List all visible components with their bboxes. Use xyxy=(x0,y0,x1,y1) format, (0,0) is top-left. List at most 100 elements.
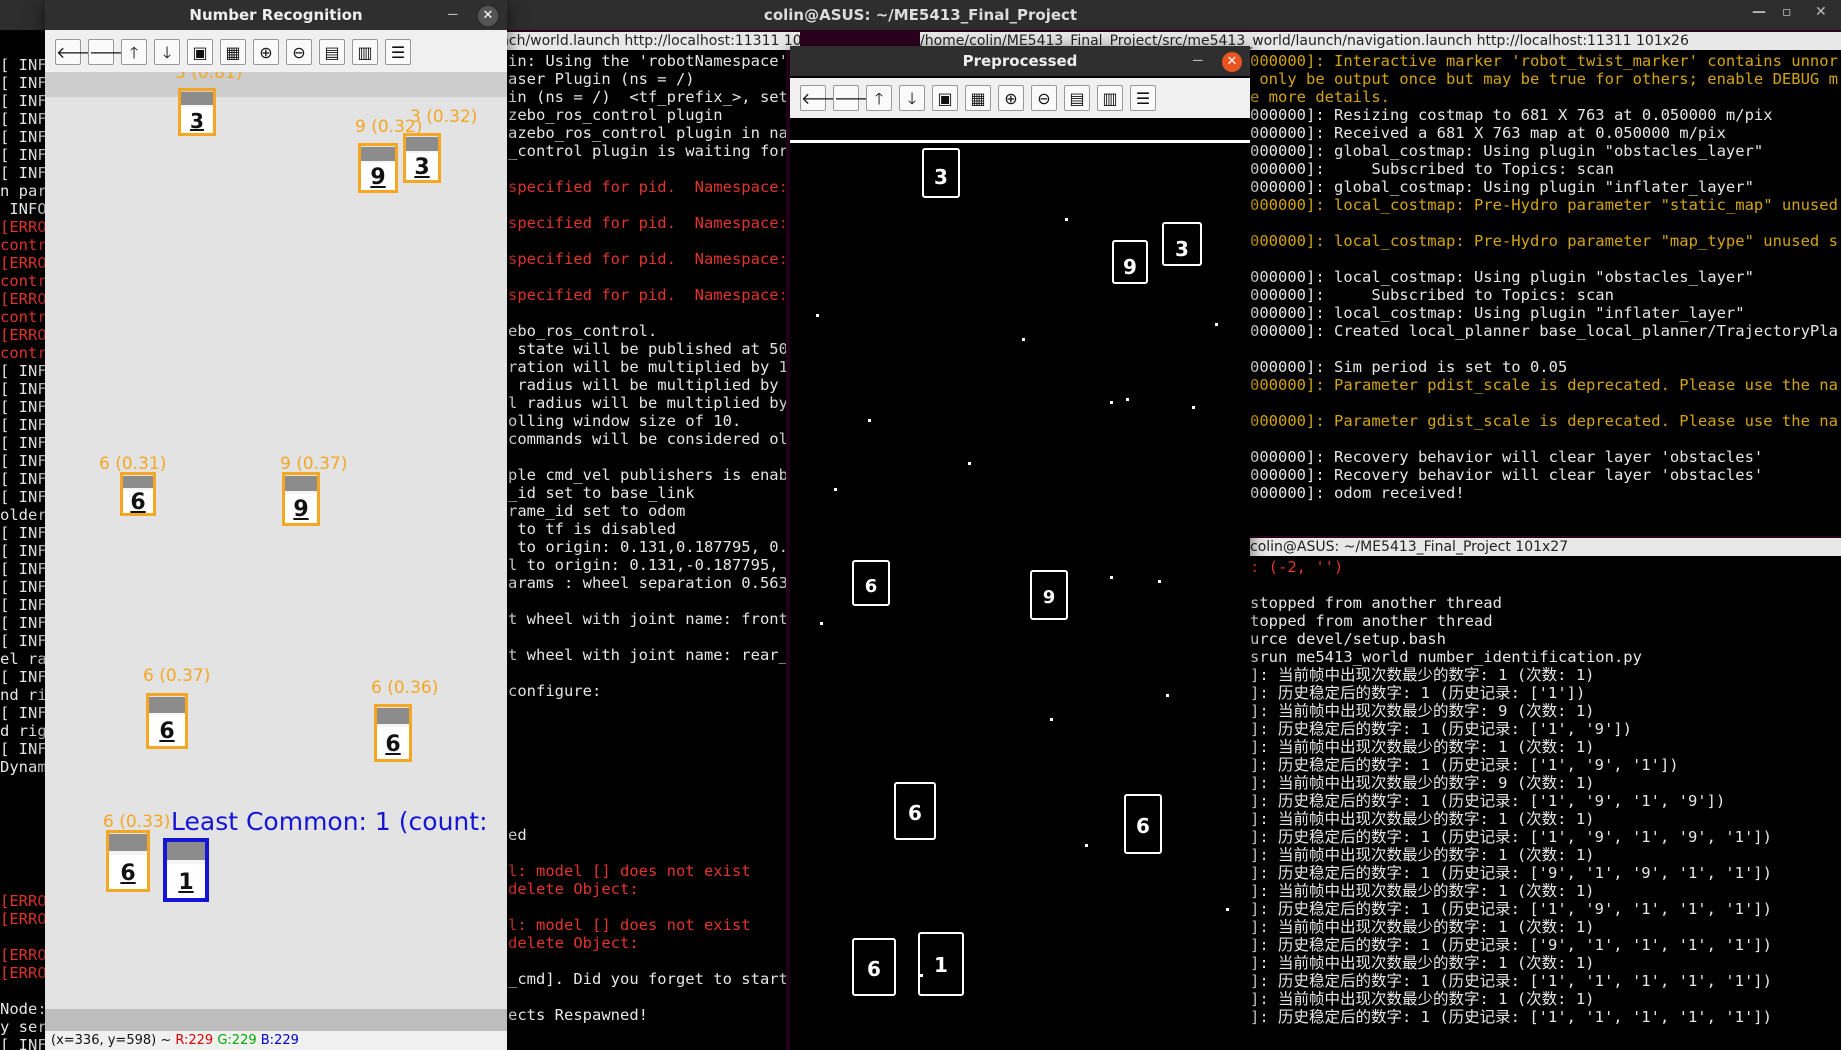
minimize-icon[interactable]: — xyxy=(448,0,458,28)
arrow-right-icon[interactable]: 🡒 xyxy=(833,85,877,111)
close-icon[interactable]: ✕ xyxy=(1815,4,1827,20)
detection-box xyxy=(106,830,150,892)
arrow-down-icon[interactable]: 🡓 xyxy=(154,39,180,65)
preprocessed-image[interactable]: 3 9 3 6 9 6 6 6 1 xyxy=(790,118,1250,1050)
image-icon[interactable]: ▣ xyxy=(932,85,958,111)
terminal-line: zebo_ros_control plugin xyxy=(508,106,723,124)
close-icon[interactable]: ✕ xyxy=(1222,52,1242,72)
terminal-pane-middle[interactable]: in: Using the 'robotNamespace' aser Plugi… xyxy=(506,50,786,1050)
zoom-in-icon[interactable]: ⊕ xyxy=(998,85,1024,111)
minimize-icon[interactable]: — xyxy=(1193,46,1203,74)
noise-dot xyxy=(1110,576,1113,579)
zoom-in-icon[interactable]: ⊕ xyxy=(253,39,279,65)
terminal-line: ration will be multiplied by 1. xyxy=(508,358,786,376)
properties-icon[interactable]: ☰ xyxy=(1130,85,1156,111)
terminal-line: [ERROR xyxy=(0,892,50,910)
scrollbar-horizontal[interactable] xyxy=(45,1009,507,1031)
terminal-line: ]: 当前帧中出现次数最少的数字: 1 (次数: 1) xyxy=(1250,666,1595,684)
noise-dot xyxy=(1215,323,1218,326)
image-toolbar: 🡐 🡒 🡑 🡓 ▣ ▦ ⊕ ⊖ ▤ ▥ ☰ xyxy=(790,78,1250,118)
terminal-line: y serv xyxy=(0,1018,50,1036)
terminal-pane-right-top[interactable]: 000000]: Interactive marker 'robot_twist… xyxy=(1250,50,1841,536)
recognition-image[interactable]: Least Common: 1 (count: 33 (0.81) 9 9 (0.3… xyxy=(45,72,507,1009)
terminal-line: delete Object: xyxy=(508,880,639,898)
minimize-icon[interactable]: — xyxy=(1752,4,1766,20)
terminal-line: contro xyxy=(0,272,50,290)
arrow-right-icon[interactable]: 🡒 xyxy=(88,39,132,65)
terminal-line: ]: 当前帧中出现次数最少的数字: 1 (次数: 1) xyxy=(1250,990,1595,1008)
zoom-out-icon[interactable]: ⊖ xyxy=(1031,85,1057,111)
pixel-red: R:229 xyxy=(175,1033,214,1048)
terminal-line: [ERROR xyxy=(0,290,50,308)
properties-icon[interactable]: ☰ xyxy=(385,39,411,65)
noise-dot xyxy=(1166,694,1169,697)
arrow-left-icon[interactable]: 🡐 xyxy=(55,39,99,65)
terminal-line: radius will be multiplied by 1 xyxy=(508,376,786,394)
terminal-line: _control plugin is waiting for xyxy=(508,142,786,160)
number-recognition-window: Number Recognition — ✕ 🡐 🡒 🡑 🡓 ▣ ▦ ⊕ ⊖ ▤ ▥ ☰ Least… xyxy=(45,0,507,1050)
arrow-left-icon[interactable]: 🡐 xyxy=(800,85,844,111)
terminal-line: l: model [] does not exist xyxy=(508,916,751,934)
terminal-line: [ INFO xyxy=(0,488,50,506)
close-icon[interactable]: ✕ xyxy=(478,6,498,26)
terminal-line: _cmd]. Did you forget to start xyxy=(508,970,786,988)
detection-label: 6 (0.31) xyxy=(99,454,167,474)
detection-label: 6 (0.33) xyxy=(103,812,171,832)
terminal-line: [ INFO xyxy=(0,452,50,470)
terminal-pane-left[interactable]: [ INFO][ INFO][ INFO][ INFO][ INFO][ INF… xyxy=(0,30,50,1050)
tab-label: nch/world.launch http://localhost:11311 … xyxy=(500,33,800,49)
arrow-down-icon[interactable]: 🡓 xyxy=(899,85,925,111)
terminal-line: 000000]: Sim period is set to 0.05 xyxy=(1250,358,1568,376)
terminal-line: 000000]: global_costmap: Using plugin "i… xyxy=(1250,178,1754,196)
binarized-digit: 6 xyxy=(908,801,922,825)
terminal-line: 000000]: Subscribed to Topics: scan xyxy=(1250,286,1614,304)
terminal-line: [ INFO xyxy=(0,668,50,686)
binarized-digit: 3 xyxy=(1175,237,1189,261)
terminal-line: ]: 当前帧中出现次数最少的数字: 1 (次数: 1) xyxy=(1250,918,1595,936)
image-alt-icon[interactable]: ▦ xyxy=(965,85,991,111)
terminal-line: ]: 历史稳定后的数字: 1 (历史记录: ['1', '9', '1', '1… xyxy=(1250,900,1772,918)
clipboard-icon[interactable]: ▥ xyxy=(352,39,378,65)
noise-dot xyxy=(1158,580,1161,583)
terminal-line: ple cmd_vel publishers is enabl xyxy=(508,466,786,484)
terminal-pane-right-bottom[interactable]: : (-2, '') stopped from another thread to… xyxy=(1250,556,1841,1050)
terminal-line: ]: 历史稳定后的数字: 1 (历史记录: ['9', '1', '9', '1… xyxy=(1250,864,1772,882)
terminal-tab-world-launch[interactable]: nch/world.launch http://localhost:11311 … xyxy=(500,32,800,50)
terminal-line: [ERROR xyxy=(0,218,50,236)
terminal-line: [ INFO xyxy=(0,542,50,560)
binarized-digit: 6 xyxy=(1136,814,1150,838)
terminal-line: [ERROR xyxy=(0,964,50,982)
terminal-line: to tf is disabled xyxy=(508,520,676,538)
image-alt-icon[interactable]: ▦ xyxy=(220,39,246,65)
terminal-line: ]: 历史稳定后的数字: 1 (历史记录: ['1', '1', '1', '1… xyxy=(1250,972,1772,990)
terminal-tab-bottom[interactable]: colin@ASUS: ~/ME5413_Final_Project 101x2… xyxy=(1250,538,1841,556)
arrow-up-icon[interactable]: 🡑 xyxy=(866,85,892,111)
terminal-line: [ INFO] xyxy=(0,146,50,164)
maximize-icon[interactable]: ▫ xyxy=(1782,4,1792,20)
binarized-cube: 6 xyxy=(852,560,890,606)
zoom-out-icon[interactable]: ⊖ xyxy=(286,39,312,65)
noise-dot xyxy=(1192,406,1195,409)
terminal-line: aser Plugin (ns = /) xyxy=(508,70,695,88)
terminal-line: [ INFO] xyxy=(0,74,50,92)
terminal-line: commands will be considered old xyxy=(508,430,786,448)
terminal-line: arams : wheel separation 0.5633 xyxy=(508,574,786,592)
clipboard-icon[interactable]: ▥ xyxy=(1097,85,1123,111)
noise-dot xyxy=(1110,401,1113,404)
terminal-line: state will be published at 50H xyxy=(508,340,786,358)
save-icon[interactable]: ▤ xyxy=(1064,85,1090,111)
save-icon[interactable]: ▤ xyxy=(319,39,345,65)
arrow-up-icon[interactable]: 🡑 xyxy=(121,39,147,65)
terminal-line: in (ns = /) <tf_prefix_>, set xyxy=(508,88,786,106)
terminal-line: [ INFO] xyxy=(0,92,50,110)
terminal-line: stopped from another thread xyxy=(1250,594,1502,612)
terminal-line: olling window size of 10. xyxy=(508,412,742,430)
image-icon[interactable]: ▣ xyxy=(187,39,213,65)
